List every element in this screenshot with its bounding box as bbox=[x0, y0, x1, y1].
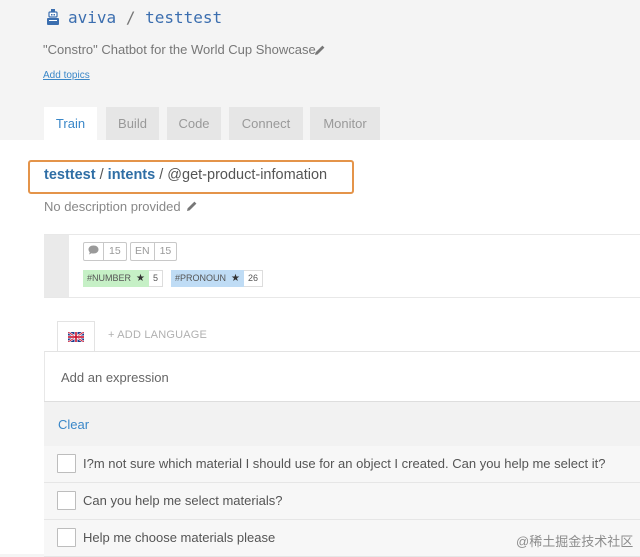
tab-monitor[interactable]: Monitor bbox=[310, 107, 380, 140]
language-code: EN bbox=[131, 243, 155, 260]
breadcrumb-separator: / bbox=[159, 167, 164, 183]
tab-code[interactable]: Code bbox=[167, 107, 221, 140]
entity-tag[interactable]: #NUMBER ★ 5 bbox=[83, 270, 164, 287]
chat-bubble-icon bbox=[84, 243, 104, 260]
expressions-count: 15 bbox=[109, 245, 121, 257]
expressions-toolbar: Clear bbox=[44, 401, 640, 447]
language-bar: + ADD LANGUAGE bbox=[44, 321, 640, 352]
bot-icon bbox=[47, 9, 59, 25]
breadcrumb-separator: / bbox=[99, 167, 104, 183]
breadcrumb: testtest / intents / @get-product-infoma… bbox=[44, 167, 327, 183]
intent-description: No description provided bbox=[44, 199, 181, 214]
owner-link[interactable]: aviva bbox=[68, 8, 116, 27]
watermark: @稀土掘金技术社区 bbox=[516, 534, 634, 549]
expression-checkbox[interactable] bbox=[57, 491, 76, 510]
stats-gutter bbox=[44, 235, 69, 297]
star-icon: ★ bbox=[136, 273, 145, 284]
breadcrumb-repo-link[interactable]: testtest bbox=[44, 167, 96, 183]
repo-description: "Constro" Chatbot for the World Cup Show… bbox=[43, 42, 316, 57]
expression-checkbox[interactable] bbox=[57, 528, 76, 547]
repo-header: aviva / testtest "Constro" Chatbot for t… bbox=[0, 0, 640, 140]
expression-checkbox[interactable] bbox=[57, 454, 76, 473]
repo-link[interactable]: testtest bbox=[145, 8, 222, 27]
language-tab-en[interactable] bbox=[57, 321, 95, 352]
entity-name: #PRONOUN ★ bbox=[171, 270, 244, 287]
repo-title: aviva / testtest bbox=[68, 8, 222, 27]
entity-count: 5 bbox=[149, 270, 164, 287]
uk-flag-icon bbox=[68, 332, 84, 342]
expression-text[interactable]: I?m not sure which material I should use… bbox=[83, 456, 605, 471]
language-count-chip: EN 15 bbox=[130, 242, 178, 261]
entity-tag[interactable]: #PRONOUN ★ 26 bbox=[171, 270, 264, 287]
expression-input[interactable] bbox=[59, 366, 623, 388]
breadcrumb-intents-link[interactable]: intents bbox=[108, 167, 156, 183]
clear-button[interactable]: Clear bbox=[58, 417, 89, 432]
add-language-button[interactable]: + ADD LANGUAGE bbox=[108, 329, 207, 341]
language-expressions-count: 15 bbox=[159, 245, 172, 257]
expression-text[interactable]: Can you help me select materials? bbox=[83, 493, 282, 508]
tab-train[interactable]: Train bbox=[44, 107, 97, 140]
entity-name: #NUMBER ★ bbox=[83, 270, 149, 287]
intent-title: @get-product-infomation bbox=[167, 167, 328, 183]
expression-text[interactable]: Help me choose materials please bbox=[83, 530, 275, 545]
pencil-icon[interactable] bbox=[314, 44, 326, 56]
entity-count: 26 bbox=[244, 270, 264, 287]
main-panel: testtest / intents / @get-product-infoma… bbox=[0, 140, 640, 557]
repo-separator: / bbox=[125, 8, 136, 27]
expressions-count-chip: 15 bbox=[83, 242, 127, 261]
expression-input-container bbox=[44, 351, 640, 402]
add-topics-link[interactable]: Add topics bbox=[43, 70, 90, 81]
tab-build[interactable]: Build bbox=[106, 107, 159, 140]
tab-connect[interactable]: Connect bbox=[229, 107, 303, 140]
intent-stats: 15 EN 15 #NUMBER ★ 5 #PRONOUN ★ 26 bbox=[44, 234, 640, 298]
expression-row: Can you help me select materials? bbox=[44, 483, 640, 520]
expression-row: I?m not sure which material I should use… bbox=[44, 446, 640, 483]
pencil-icon[interactable] bbox=[186, 200, 198, 212]
star-icon: ★ bbox=[231, 273, 240, 284]
